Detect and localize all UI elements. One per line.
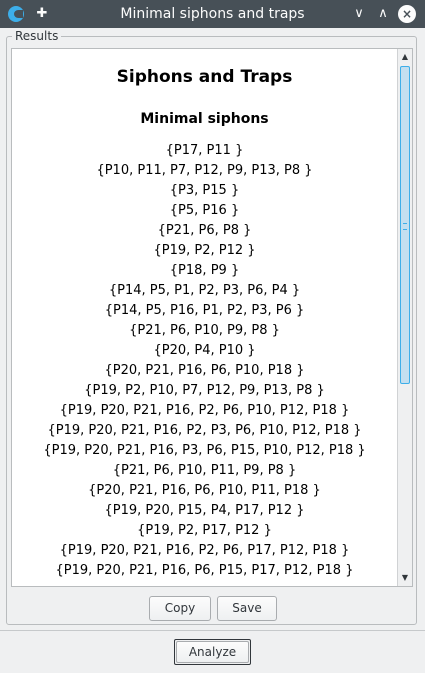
siphon-item: {P19, P20, P21, P16, P6, P15, P17, P12, … [55,563,354,578]
siphon-item: {P21, P6, P8 } [157,223,252,238]
siphon-item: {P19, P20, P21, P16, P2, P6, P17, P12, P… [59,543,350,558]
siphon-item: {P20, P21, P16, P6, P10, P11, P18 } [88,483,321,498]
siphon-item: {P19, P20, P21, P16, P2, P3, P6, P10, P1… [47,423,362,438]
siphon-item: {P17, P11 } [165,143,244,158]
siphon-item: {P21, P6, P10, P11, P9, P8 } [112,463,297,478]
siphon-item: {P19, P20, P15, P4, P17, P12 } [104,503,305,518]
vertical-scrollbar[interactable]: ▲ ▼ [397,49,412,586]
minimize-button[interactable]: ∨ [350,5,368,23]
results-scroll-area[interactable]: Siphons and Traps Minimal siphons {P17, … [11,48,413,587]
siphon-item: {P21, P6, P10, P9, P8 } [129,323,280,338]
siphon-item: {P19, P2, P17, P12 } [137,523,272,538]
siphon-item: {P14, P5, P1, P2, P3, P6, P4 } [108,283,301,298]
siphon-item: {P5, P16 } [169,203,240,218]
siphon-item: {P14, P5, P16, P1, P2, P3, P6 } [104,303,305,318]
title-bar: ✚ Minimal siphons and traps ∨ ∧ × [0,0,425,28]
results-group-label: Results [12,29,62,43]
pin-icon[interactable]: ✚ [34,5,50,23]
scroll-up-icon[interactable]: ▲ [398,50,412,64]
siphon-item: {P20, P4, P10 } [153,343,256,358]
siphon-item: {P19, P2, P10, P7, P12, P9, P13, P8 } [84,383,325,398]
window-title: Minimal siphons and traps [120,6,305,22]
app-icon [8,6,24,22]
results-content: Siphons and Traps Minimal siphons {P17, … [12,49,397,586]
close-button[interactable]: × [398,5,416,23]
siphon-item: {P19, P20, P21, P16, P2, P6, P10, P12, P… [59,403,350,418]
siphon-item: {P20, P21, P16, P6, P10, P18 } [104,363,305,378]
divider [0,630,425,631]
siphon-list: {P17, P11 } {P10, P11, P7, P12, P9, P13, … [12,141,397,581]
maximize-button[interactable]: ∧ [374,5,392,23]
siphon-item: {P10, P11, P7, P12, P9, P13, P8 } [96,163,313,178]
siphon-item: {P19, P2, P12 } [153,243,256,258]
scroll-down-icon[interactable]: ▼ [398,571,412,585]
siphon-item: {P18, P9 } [169,263,240,278]
scrollbar-thumb[interactable] [400,66,410,384]
save-button[interactable]: Save [217,596,277,621]
analyze-button-label: Analyze [176,641,249,663]
siphon-item: {P3, P15 } [169,183,240,198]
analyze-button[interactable]: Analyze [174,639,251,665]
copy-button[interactable]: Copy [149,596,211,621]
siphon-item: {P19, P20, P21, P16, P3, P6, P15, P10, P… [43,443,366,458]
results-heading: Siphons and Traps [116,67,293,87]
minimal-siphons-heading: Minimal siphons [140,111,269,127]
